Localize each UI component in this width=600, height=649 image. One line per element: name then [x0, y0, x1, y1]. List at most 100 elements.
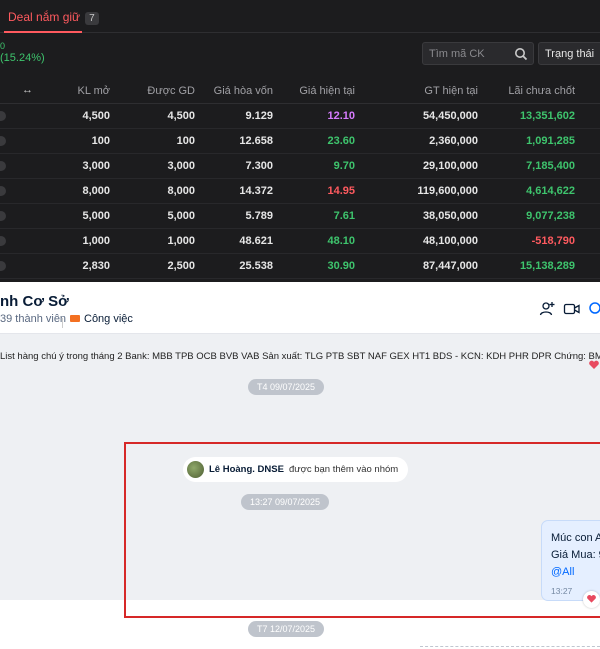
cell-pnl: 15,138,289	[519, 260, 575, 272]
cell-current-price: 23.60	[327, 135, 355, 147]
category-tag[interactable]: Công việc	[84, 313, 133, 325]
table-row[interactable]: 1,000 1,000 48.621 48.10 48,100,000 -518…	[0, 229, 600, 254]
message-line: Múc con A	[551, 532, 600, 544]
avatar[interactable]	[187, 461, 204, 478]
system-text: được bạn thêm vào nhóm	[288, 464, 399, 475]
search-icon[interactable]	[587, 300, 600, 318]
cell-current-price: 9.70	[333, 160, 355, 172]
cell-tradable: 100	[176, 135, 195, 147]
cell-current-value: 48,100,000	[422, 235, 478, 247]
table-header: ↔ KL mở Được GD Giá hòa vốn Giá hiện tại…	[0, 78, 600, 104]
cell-current-price: 14.95	[327, 185, 355, 197]
heart-icon	[587, 595, 596, 603]
profit-percent: (15.24%)	[0, 52, 45, 64]
message-bubble[interactable]: Múc con A Giá Mua: 9 @All 13:27	[541, 520, 600, 601]
cell-current-value: 87,447,000	[422, 260, 478, 272]
cell-open-volume: 8,000	[82, 185, 110, 197]
cell-tradable: 1,000	[167, 235, 195, 247]
row-icon	[0, 211, 6, 221]
cell-tradable: 3,000	[167, 160, 195, 172]
cell-pnl: -518,790	[531, 235, 575, 247]
table-row[interactable]: 100 100 12.658 23.60 2,360,000 1,091,285	[0, 129, 600, 154]
tab-count-badge: 7	[85, 12, 99, 25]
divider	[62, 318, 63, 328]
cell-tradable: 8,000	[167, 185, 195, 197]
table-row[interactable]: 8,000 8,000 14.372 14.95 119,600,000 4,6…	[0, 179, 600, 204]
mention-link[interactable]: @All	[551, 566, 574, 578]
cell-pnl: 7,185,400	[526, 160, 575, 172]
cell-open-volume: 5,000	[82, 210, 110, 222]
chat-panel: nh Cơ Sở 39 thành viên Công việc List hà…	[0, 282, 600, 647]
status-dropdown[interactable]: Trạng thái	[538, 42, 600, 65]
cell-breakeven: 14.372	[239, 185, 273, 197]
table-row[interactable]: 2,830 2,500 25.538 30.90 87,447,000 15,1…	[0, 254, 600, 279]
heart-reaction-icon[interactable]	[588, 360, 600, 370]
message-time: 13:27	[551, 586, 573, 596]
status-dropdown-label: Trạng thái	[545, 48, 595, 60]
col-tradable[interactable]: Được GD	[147, 85, 195, 97]
tag-icon	[70, 315, 80, 322]
cell-pnl: 13,351,602	[519, 110, 575, 122]
sort-icon[interactable]: ↔	[22, 84, 33, 96]
cell-open-volume: 100	[91, 135, 110, 147]
col-current-value[interactable]: GT hiện tại	[424, 85, 478, 97]
tab-label: Deal nắm giữ	[8, 10, 81, 24]
time-separator: 13:27 09/07/2025	[241, 494, 330, 510]
row-icon	[0, 261, 6, 271]
video-call-icon[interactable]	[563, 300, 581, 318]
table-row[interactable]: 3,000 3,000 7.300 9.70 29,100,000 7,185,…	[0, 154, 600, 179]
cell-open-volume: 4,500	[82, 110, 110, 122]
cell-current-value: 2,360,000	[429, 135, 478, 147]
cell-tradable: 5,000	[167, 210, 195, 222]
cell-breakeven: 5.789	[245, 210, 273, 222]
row-icon	[0, 186, 6, 196]
member-count[interactable]: 39 thành viên	[0, 313, 66, 325]
cell-current-price: 12.10	[327, 110, 355, 122]
message-line: Giá Mua: 9	[551, 549, 600, 561]
cell-current-price: 7.61	[333, 210, 355, 222]
col-current-price[interactable]: Giá hiện tại	[299, 85, 355, 97]
search-placeholder: Tìm mã CK	[429, 48, 485, 60]
cell-tradable: 4,500	[167, 110, 195, 122]
cell-current-price: 30.90	[327, 260, 355, 272]
cell-open-volume: 2,830	[82, 260, 110, 272]
tab-deal-holding[interactable]: Deal nắm giữ 7	[8, 10, 99, 25]
cell-current-price: 48.10	[327, 235, 355, 247]
cell-breakeven: 48.621	[239, 235, 273, 247]
member-name[interactable]: Lê Hoàng. DNSE	[209, 464, 284, 475]
row-icon	[0, 136, 6, 146]
row-icon	[0, 236, 6, 246]
cell-current-value: 119,600,000	[417, 185, 478, 197]
add-member-icon[interactable]	[538, 300, 556, 318]
system-message: Lê Hoàng. DNSE được bạn thêm vào nhóm	[183, 457, 409, 482]
cell-open-volume: 3,000	[82, 160, 110, 172]
cell-tradable: 2,500	[167, 260, 195, 272]
active-tab-indicator	[4, 31, 82, 33]
col-open-volume[interactable]: KL mở	[78, 85, 110, 97]
cell-pnl: 9,077,238	[526, 210, 575, 222]
date-separator: T7 12/07/2025	[248, 621, 325, 637]
tab-bar: Deal nắm giữ 7	[0, 0, 600, 33]
message-list[interactable]: List hàng chú ý trong tháng 2 Bank: MBB …	[0, 334, 600, 647]
cell-current-value: 29,100,000	[422, 160, 478, 172]
cell-breakeven: 12.658	[239, 135, 273, 147]
table-row[interactable]: 4,500 4,500 9.129 12.10 54,450,000 13,35…	[0, 104, 600, 129]
cell-breakeven: 25.538	[239, 260, 273, 272]
group-name[interactable]: nh Cơ Sở	[0, 293, 69, 310]
row-icon	[0, 161, 6, 171]
col-unrealized-pnl[interactable]: Lãi chưa chốt	[508, 85, 575, 97]
cell-current-value: 38,050,000	[422, 210, 478, 222]
summary-value: 0	[0, 41, 6, 51]
cell-pnl: 1,091,285	[526, 135, 575, 147]
cell-current-value: 54,450,000	[422, 110, 478, 122]
cell-breakeven: 7.300	[245, 160, 273, 172]
search-input[interactable]: Tìm mã CK	[422, 42, 534, 65]
search-icon[interactable]	[514, 47, 528, 61]
date-separator: T4 09/07/2025	[248, 379, 325, 395]
cell-pnl: 4,614,622	[526, 185, 575, 197]
pinned-message[interactable]: List hàng chú ý trong tháng 2 Bank: MBB …	[0, 351, 600, 367]
table-row[interactable]: 5,000 5,000 5.789 7.61 38,050,000 9,077,…	[0, 204, 600, 229]
col-breakeven-price[interactable]: Giá hòa vốn	[214, 85, 273, 97]
cell-open-volume: 1,000	[82, 235, 110, 247]
holdings-panel: Deal nắm giữ 7 0 (15.24%) Tìm mã CK Trạng…	[0, 0, 600, 282]
